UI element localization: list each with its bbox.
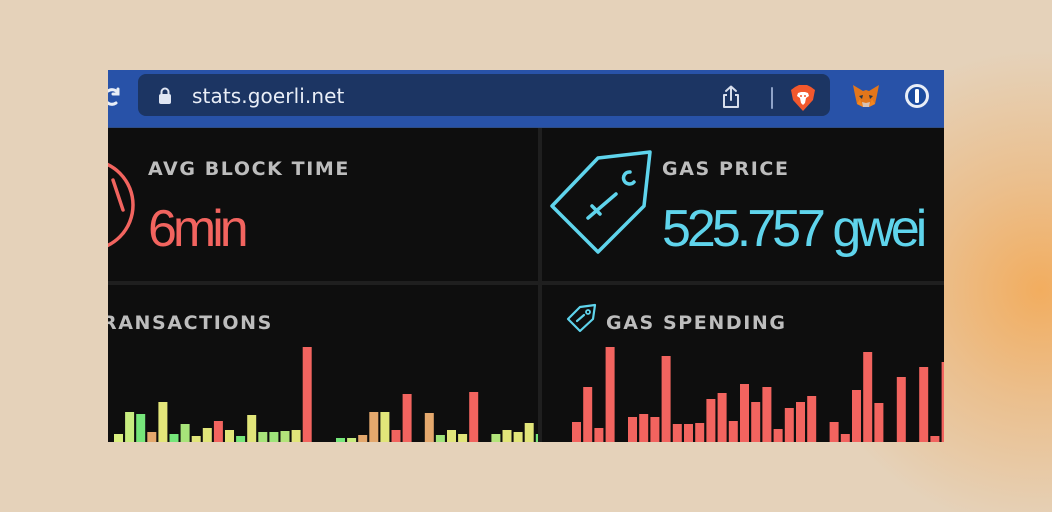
gas-spending-bar-29 — [896, 377, 906, 442]
transactions-bar-17 — [302, 347, 312, 442]
gas-spending-bar-15 — [740, 384, 749, 442]
gas-spending-bar-24 — [840, 434, 850, 442]
gas-spending-bar-21 — [807, 396, 817, 442]
transactions-bar-8 — [202, 428, 212, 442]
gas-price-title: GAS PRICE — [662, 158, 790, 180]
avg-block-time-title: AVG BLOCK TIME — [148, 158, 350, 180]
transactions-bar-23 — [369, 412, 379, 442]
transactions-bar-15 — [280, 431, 290, 442]
transactions-bar-36 — [513, 432, 523, 442]
transactions-bar-chart — [114, 347, 538, 442]
gas-spending-bar-3 — [605, 347, 615, 442]
gas-spending-bar-10 — [684, 424, 693, 442]
transactions-bar-1 — [125, 412, 135, 442]
browser-window: stats.goerli.net AVG BLOCK TIME 6min GAS… — [108, 70, 944, 442]
gas-spending-bar-23 — [829, 422, 839, 442]
lock-icon — [159, 87, 171, 104]
transactions-bar-24 — [380, 412, 390, 442]
gas-spending-bar-1 — [583, 387, 593, 442]
transactions-bar-16 — [291, 430, 301, 442]
gas-spending-bar-33 — [941, 362, 944, 442]
clock-icon — [108, 162, 135, 248]
gas-spending-panel: GAS SPENDING — [542, 285, 944, 442]
transactions-bar-5 — [169, 434, 179, 442]
transactions-bar-25 — [391, 430, 401, 442]
transactions-bar-9 — [213, 421, 223, 442]
transactions-bar-12 — [247, 415, 257, 442]
gas-spending-bar-25 — [852, 390, 861, 442]
gas-spending-bar-9 — [672, 424, 682, 442]
transactions-bar-2 — [136, 414, 146, 442]
transactions-bar-10 — [225, 430, 234, 442]
transactions-bar-35 — [502, 430, 512, 442]
transactions-bar-6 — [180, 424, 190, 442]
transactions-bar-28 — [424, 413, 434, 442]
transactions-bar-37 — [524, 423, 534, 442]
transactions-bar-13 — [258, 432, 268, 442]
avg-block-time-panel: AVG BLOCK TIME 6min — [108, 128, 538, 281]
gas-price-panel: GAS PRICE 525.757 gwei — [542, 128, 944, 281]
gas-spending-bar-26 — [863, 352, 873, 442]
transactions-bar-31 — [458, 434, 468, 442]
gas-spending-bar-0 — [572, 422, 581, 442]
gas-spending-bar-19 — [784, 408, 794, 442]
transactions-bar-4 — [158, 402, 168, 442]
transactions-bar-22 — [358, 435, 368, 442]
gas-spending-bar-chart — [572, 347, 944, 442]
transactions-bar-30 — [447, 430, 456, 442]
transactions-bar-21 — [347, 438, 357, 442]
gas-spending-bar-11 — [695, 423, 705, 442]
share-icon[interactable] — [720, 85, 742, 109]
gas-price-value: 525.757 gwei — [662, 200, 927, 258]
metamask-icon[interactable] — [851, 83, 881, 109]
transactions-bar-0 — [114, 434, 123, 442]
transactions-bar-38 — [535, 434, 538, 442]
transactions-bar-20 — [336, 438, 345, 442]
tag-icon — [550, 150, 652, 254]
gas-spending-bar-32 — [930, 436, 940, 442]
gas-spending-bar-20 — [796, 402, 805, 442]
gas-spending-bar-8 — [661, 356, 671, 442]
brave-shield-icon[interactable] — [790, 84, 816, 112]
gas-spending-bar-6 — [639, 414, 649, 442]
browser-toolbar: stats.goerli.net — [108, 70, 944, 128]
transactions-bar-7 — [191, 436, 201, 442]
gas-spending-bar-2 — [594, 428, 604, 442]
address-bar[interactable]: stats.goerli.net — [138, 74, 830, 116]
gas-spending-bar-13 — [717, 393, 727, 442]
gas-spending-bar-27 — [874, 403, 884, 442]
onepassword-icon[interactable] — [904, 83, 930, 109]
transactions-bar-32 — [469, 392, 479, 442]
transactions-bar-14 — [269, 432, 279, 442]
gas-spending-bar-5 — [628, 417, 637, 442]
gas-spending-bar-14 — [728, 421, 738, 442]
url-text[interactable]: stats.goerli.net — [192, 85, 345, 107]
gas-spending-bar-16 — [751, 402, 761, 442]
gas-spending-bar-12 — [706, 399, 716, 442]
gas-spending-bar-7 — [650, 417, 660, 442]
transactions-panel: RANSACTIONS — [108, 285, 538, 442]
transactions-bar-29 — [435, 435, 445, 442]
transactions-bar-34 — [491, 434, 501, 442]
toolbar-divider — [771, 87, 773, 109]
avg-block-time-value: 6min — [148, 200, 249, 258]
gas-spending-bar-18 — [773, 429, 783, 442]
transactions-bar-11 — [236, 436, 246, 442]
gas-spending-bar-31 — [919, 367, 929, 442]
transactions-bar-3 — [147, 432, 157, 442]
reload-icon[interactable] — [108, 87, 122, 107]
gas-spending-bar-17 — [762, 387, 772, 442]
transactions-bar-26 — [402, 394, 412, 442]
